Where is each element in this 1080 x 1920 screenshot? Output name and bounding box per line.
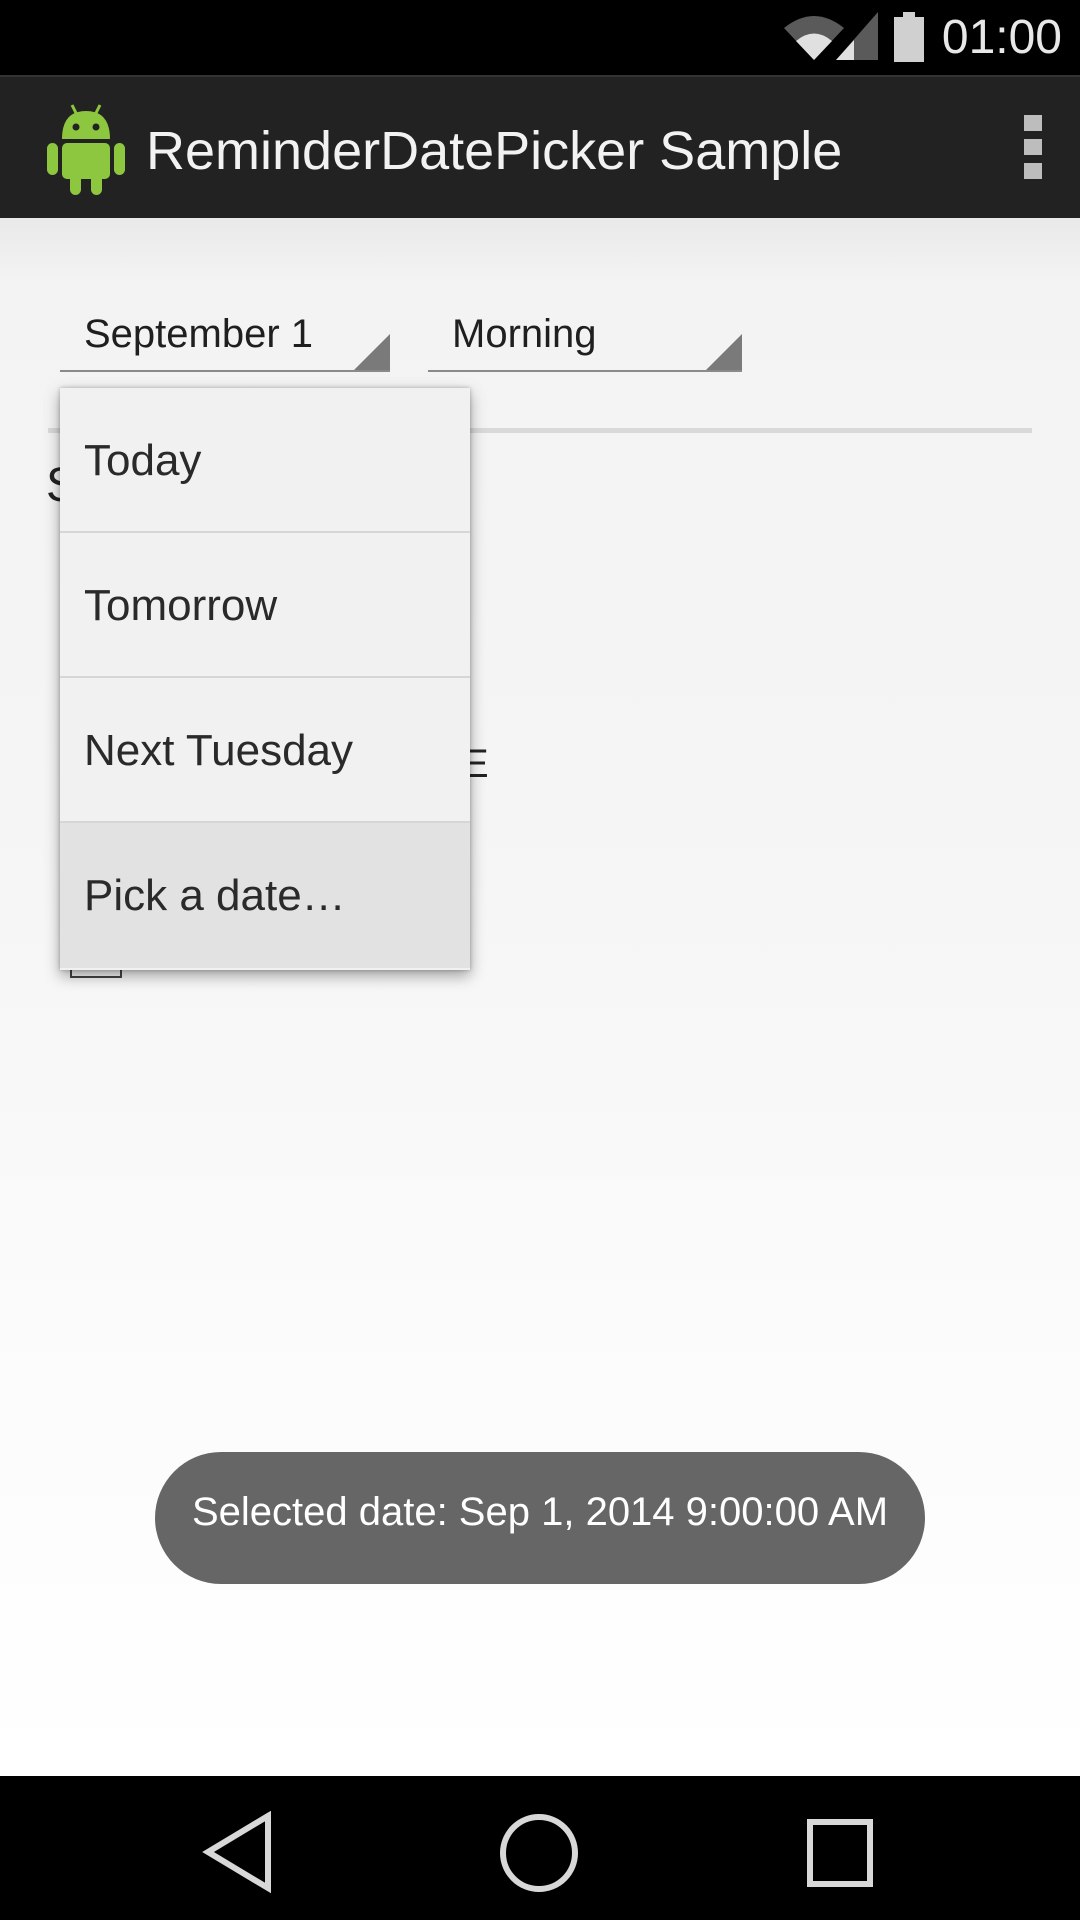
overflow-menu-icon[interactable] xyxy=(1024,115,1044,179)
back-icon[interactable] xyxy=(192,1806,282,1896)
navigation-bar xyxy=(0,1776,1080,1920)
background-checkbox-partial xyxy=(70,970,122,978)
dropdown-item-next-tuesday[interactable]: Next Tuesday xyxy=(60,678,470,823)
status-bar: 01:00 xyxy=(0,0,1080,75)
content-area: September 1 Morning S E Today Tomorrow N… xyxy=(0,218,1080,1776)
recents-icon[interactable] xyxy=(796,1806,886,1896)
dropdown-item-pick-a-date[interactable]: Pick a date… xyxy=(60,823,470,968)
toast-notification: Selected date: Sep 1, 2014 9:00:00 AM xyxy=(155,1452,925,1584)
dropdown-item-label: Tomorrow xyxy=(84,581,278,630)
time-spinner-arrow-icon xyxy=(706,334,742,370)
dropdown-item-label: Pick a date… xyxy=(84,871,346,920)
date-spinner-value: September 1 xyxy=(84,312,314,356)
dropdown-item-today[interactable]: Today xyxy=(60,388,470,533)
time-spinner[interactable]: Morning xyxy=(428,310,742,372)
dropdown-item-label: Today xyxy=(84,436,202,485)
battery-icon xyxy=(894,12,924,62)
date-dropdown-menu: Today Tomorrow Next Tuesday Pick a date… xyxy=(60,388,470,970)
toast-message: Selected date: Sep 1, 2014 9:00:00 AM xyxy=(191,1490,889,1534)
dropdown-item-label: Next Tuesday xyxy=(84,726,354,775)
home-icon[interactable] xyxy=(494,1806,584,1896)
cell-signal-icon xyxy=(836,12,878,60)
app-title: ReminderDatePicker Sample xyxy=(146,121,843,181)
android-robot-icon xyxy=(47,104,125,195)
status-time: 01:00 xyxy=(941,11,1062,64)
date-spinner[interactable]: September 1 xyxy=(60,310,390,372)
time-spinner-value: Morning xyxy=(452,312,597,356)
dropdown-item-tomorrow[interactable]: Tomorrow xyxy=(60,533,470,678)
date-spinner-arrow-icon xyxy=(354,334,390,370)
action-bar: ReminderDatePicker Sample xyxy=(0,75,1080,220)
